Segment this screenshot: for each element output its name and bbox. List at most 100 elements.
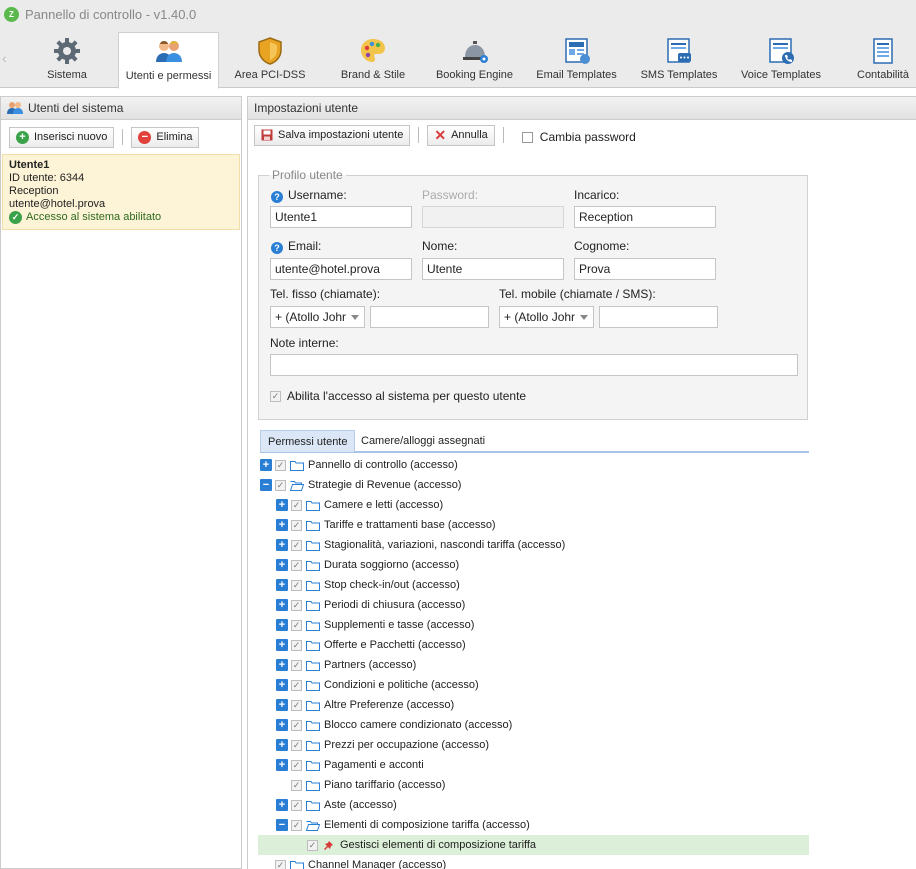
permission-checkbox[interactable]: ✓ <box>291 559 302 571</box>
expand-icon[interactable]: + <box>276 679 288 691</box>
expand-icon[interactable]: + <box>276 699 288 711</box>
tree-node[interactable]: + ✓ Prezzi per occupazione (accesso) <box>258 735 809 755</box>
expand-icon[interactable]: + <box>276 559 288 571</box>
tree-node[interactable]: + ✓ Periodi di chiusura (accesso) <box>258 595 809 615</box>
add-user-button[interactable]: + Inserisci nuovo <box>9 126 115 148</box>
scroll-left-icon[interactable]: ‹ <box>2 50 7 66</box>
cancel-button[interactable]: ✕ Annulla <box>427 124 495 146</box>
tree-node[interactable]: + ✓ Offerte e Pacchetti (accesso) <box>258 635 809 655</box>
permission-checkbox[interactable]: ✓ <box>291 819 302 831</box>
permission-checkbox[interactable]: ✓ <box>291 599 302 611</box>
mobile-prefix-select[interactable]: + (Atollo Johr <box>499 306 594 328</box>
permission-checkbox[interactable]: ✓ <box>291 679 302 691</box>
users-panel-header: Utenti del sistema <box>1 96 241 120</box>
tree-node[interactable]: + ✓ Pannello di controllo (accesso) <box>258 455 809 475</box>
expand-icon[interactable]: + <box>276 499 288 511</box>
change-password-checkbox[interactable] <box>521 131 533 143</box>
enable-access-checkbox[interactable]: ✓ <box>270 390 281 402</box>
user-id: ID utente: 6344 <box>9 172 85 184</box>
collapse-icon[interactable]: − <box>276 819 288 831</box>
save-settings-button[interactable]: Salva impostazioni utente <box>254 124 411 146</box>
expand-icon[interactable]: + <box>276 599 288 611</box>
expand-icon[interactable]: + <box>276 759 288 771</box>
tree-node[interactable]: + ✓ Supplementi e tasse (accesso) <box>258 615 809 635</box>
permission-checkbox[interactable]: ✓ <box>291 499 302 511</box>
permission-checkbox[interactable]: ✓ <box>307 839 318 851</box>
tree-node-label: Stagionalità, variazioni, nascondi tarif… <box>324 539 566 551</box>
tab-contabilita[interactable]: Contabilità <box>846 32 916 88</box>
tab-sms-templates[interactable]: SMS Templates <box>634 32 724 88</box>
tree-node[interactable]: + ✓ Blocco camere condizionato (accesso) <box>258 715 809 735</box>
users-icon <box>155 41 182 62</box>
tree-node[interactable]: + ✓ Tariffe e trattamenti base (accesso) <box>258 515 809 535</box>
tree-node[interactable]: + ✓ Partners (accesso) <box>258 655 809 675</box>
change-password-toggle[interactable]: Cambia password <box>521 130 636 144</box>
users-icon <box>7 102 23 114</box>
tree-node[interactable]: ✓ Channel Manager (accesso) <box>258 855 809 869</box>
tab-sistema[interactable]: Sistema <box>20 32 114 88</box>
email-field[interactable]: utente@hotel.prova <box>270 258 412 280</box>
tree-node[interactable]: + ✓ Camere e letti (accesso) <box>258 495 809 515</box>
tab-email-templates[interactable]: Email Templates <box>531 32 622 88</box>
delete-user-button[interactable]: − Elimina <box>131 126 200 148</box>
expand-icon[interactable]: + <box>276 639 288 651</box>
permission-checkbox[interactable]: ✓ <box>291 619 302 631</box>
expand-icon[interactable]: + <box>276 659 288 671</box>
tree-node[interactable]: ✓ Gestisci elementi di composizione tarif… <box>258 835 809 855</box>
permission-checkbox[interactable]: ✓ <box>275 479 286 491</box>
firstname-field[interactable]: Utente <box>422 258 564 280</box>
tree-node[interactable]: ✓ Piano tariffario (accesso) <box>258 775 809 795</box>
permission-checkbox[interactable]: ✓ <box>275 459 286 471</box>
permission-checkbox[interactable]: ✓ <box>291 719 302 731</box>
username-field[interactable]: Utente1 <box>270 206 412 228</box>
help-icon[interactable]: ? <box>271 191 283 203</box>
tab-voice-templates[interactable]: Voice Templates <box>735 32 827 88</box>
permission-checkbox[interactable]: ✓ <box>291 799 302 811</box>
permission-checkbox[interactable]: ✓ <box>291 579 302 591</box>
tree-node[interactable]: + ✓ Stagionalità, variazioni, nascondi tar… <box>258 535 809 555</box>
tree-node[interactable]: − ✓ Strategie di Revenue (accesso) <box>258 475 809 495</box>
permission-checkbox[interactable]: ✓ <box>291 779 302 791</box>
tab-brand-stile[interactable]: Brand & Stile <box>325 32 421 88</box>
permission-checkbox[interactable]: ✓ <box>291 519 302 531</box>
permission-checkbox[interactable]: ✓ <box>291 539 302 551</box>
enable-access-toggle[interactable]: ✓ Abilita l'accesso al sistema per quest… <box>270 389 526 403</box>
tree-node[interactable]: + ✓ Altre Preferenze (accesso) <box>258 695 809 715</box>
permission-checkbox[interactable]: ✓ <box>291 699 302 711</box>
expand-icon[interactable]: + <box>276 579 288 591</box>
plus-icon: + <box>16 130 29 144</box>
role-field[interactable]: Reception <box>574 206 716 228</box>
expand-icon[interactable]: + <box>276 619 288 631</box>
landline-field[interactable] <box>370 306 489 328</box>
permission-checkbox[interactable]: ✓ <box>291 659 302 671</box>
landline-prefix-select[interactable]: + (Atollo Johr <box>270 306 365 328</box>
permission-checkbox[interactable]: ✓ <box>275 859 286 869</box>
tree-node[interactable]: + ✓ Aste (accesso) <box>258 795 809 815</box>
mobile-field[interactable] <box>599 306 718 328</box>
tree-node[interactable]: + ✓ Pagamenti e acconti <box>258 755 809 775</box>
permission-checkbox[interactable]: ✓ <box>291 639 302 651</box>
permission-checkbox[interactable]: ✓ <box>291 759 302 771</box>
expand-icon[interactable]: + <box>260 459 272 471</box>
tree-node[interactable]: + ✓ Stop check-in/out (accesso) <box>258 575 809 595</box>
tab-utenti-e-permessi[interactable]: Utenti e permessi <box>118 32 219 89</box>
tree-node[interactable]: + ✓ Durata soggiorno (accesso) <box>258 555 809 575</box>
user-list-item[interactable]: Utente1 ID utente: 6344 Reception utente… <box>2 154 240 230</box>
permission-checkbox[interactable]: ✓ <box>291 739 302 751</box>
expand-icon[interactable]: + <box>276 719 288 731</box>
tab-permessi-utente[interactable]: Permessi utente <box>260 430 356 452</box>
expand-icon[interactable]: + <box>276 739 288 751</box>
tab-booking-engine[interactable]: Booking Engine <box>428 32 521 88</box>
help-icon[interactable]: ? <box>271 242 283 254</box>
tab-area-pci-dss[interactable]: Area PCI-DSS <box>222 32 318 88</box>
password-field[interactable] <box>422 206 564 228</box>
expand-icon[interactable]: + <box>276 539 288 551</box>
tab-camere-alloggi[interactable]: Camere/alloggi assegnati <box>354 430 492 452</box>
collapse-icon[interactable]: − <box>260 479 272 491</box>
tree-node[interactable]: − ✓ Elementi di composizione tariffa (acce… <box>258 815 809 835</box>
expand-icon[interactable]: + <box>276 799 288 811</box>
lastname-field[interactable]: Prova <box>574 258 716 280</box>
notes-field[interactable] <box>270 354 798 376</box>
expand-icon[interactable]: + <box>276 519 288 531</box>
tree-node[interactable]: + ✓ Condizioni e politiche (accesso) <box>258 675 809 695</box>
